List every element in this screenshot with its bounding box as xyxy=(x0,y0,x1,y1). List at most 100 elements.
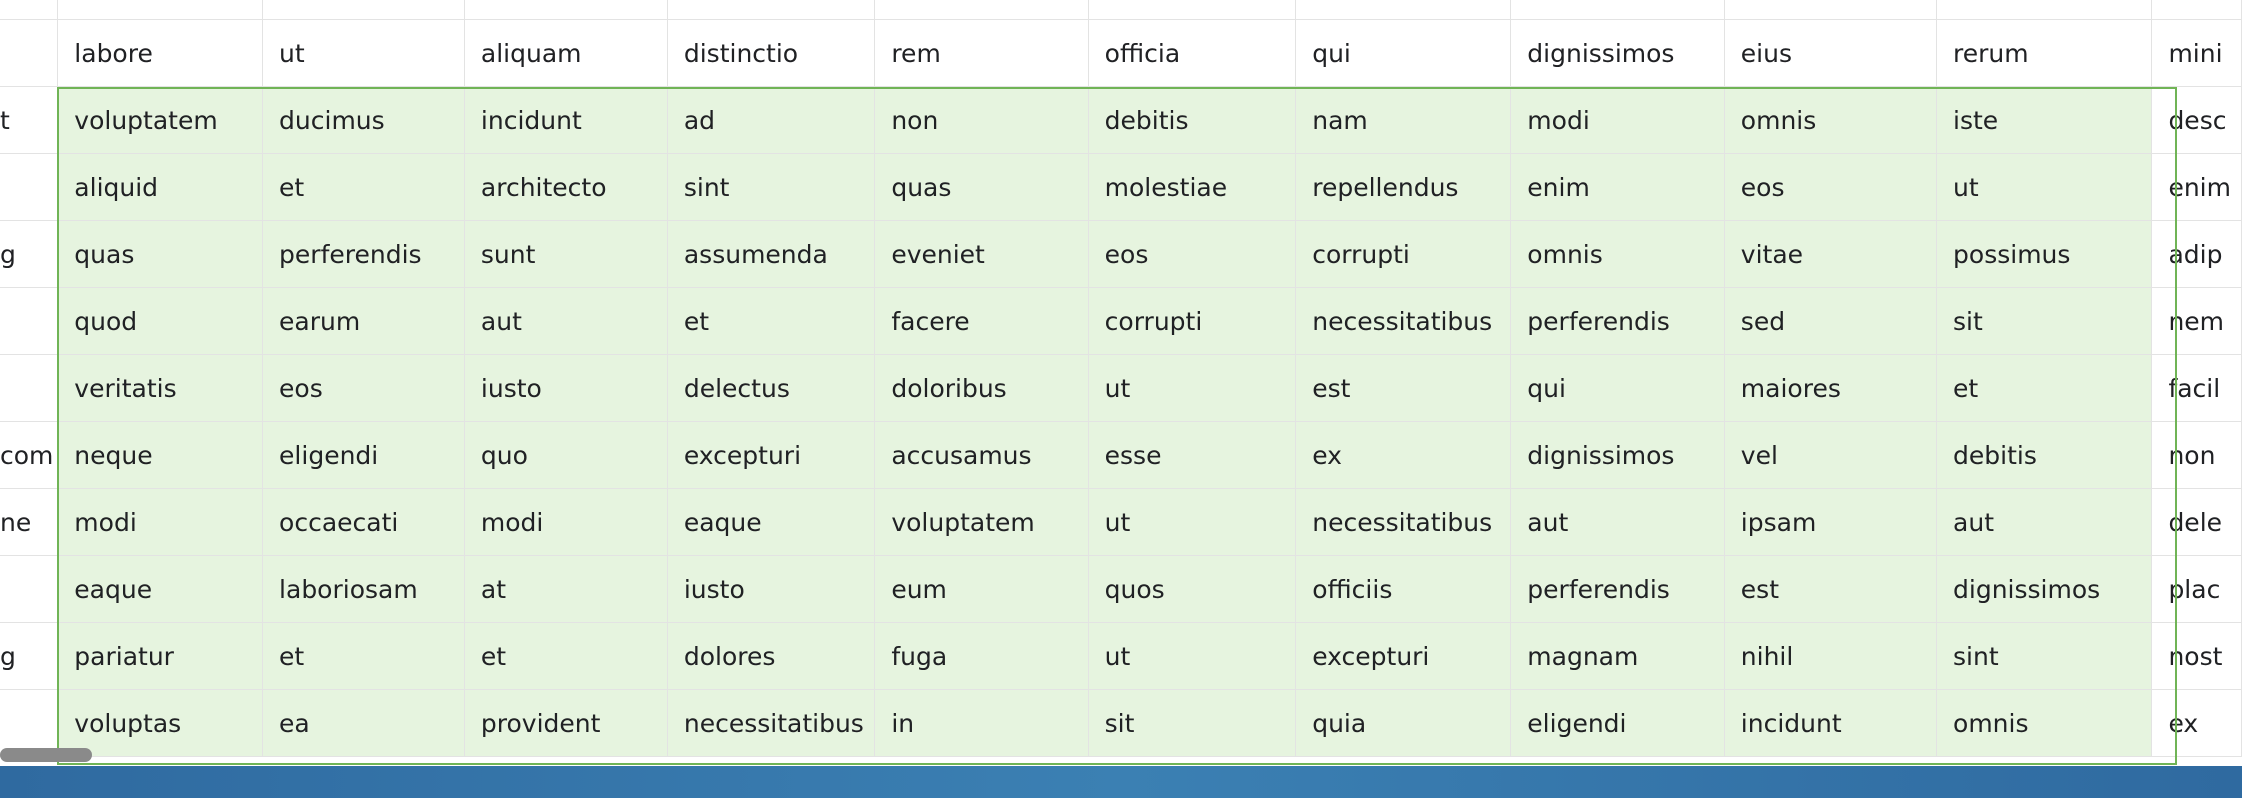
table-cell[interactable]: incidunt xyxy=(463,86,668,154)
horizontal-scrollbar-thumb[interactable] xyxy=(0,748,92,762)
table-cell[interactable]: provident xyxy=(463,689,668,757)
table-cell[interactable]: est xyxy=(1295,354,1512,422)
table-cell[interactable]: pariatur xyxy=(57,622,264,690)
table-cell[interactable]: molestiae xyxy=(1087,153,1297,221)
spreadsheet-grid[interactable]: labore ut aliquam distinctio rem officia qui di… xyxy=(0,0,2242,766)
table-cell[interactable]: ut xyxy=(1087,488,1297,556)
table-cell[interactable]: quod xyxy=(57,287,264,355)
table-cell[interactable]: aut xyxy=(1936,488,2153,556)
table-cell[interactable]: eum xyxy=(874,555,1089,623)
table-cell[interactable]: sed xyxy=(1723,287,1938,355)
table-cell[interactable]: et xyxy=(262,153,465,221)
cell[interactable] xyxy=(57,0,264,20)
table-cell[interactable]: ipsam xyxy=(1723,488,1938,556)
table-cell[interactable]: aliquid xyxy=(57,153,264,221)
cell[interactable] xyxy=(1723,0,1938,20)
row-label-cell[interactable]: g xyxy=(0,220,59,288)
cell[interactable] xyxy=(463,0,668,20)
table-cell[interactable]: at xyxy=(463,555,668,623)
table-cell[interactable]: excepturi xyxy=(1295,622,1512,690)
column-header-cell[interactable]: rerum xyxy=(1936,19,2153,87)
table-cell[interactable]: debitis xyxy=(1087,86,1297,154)
row-label-cell[interactable] xyxy=(0,153,59,221)
table-cell[interactable]: necessitatibus xyxy=(666,689,876,757)
table-cell[interactable]: eveniet xyxy=(874,220,1089,288)
table-cell[interactable]: non xyxy=(2151,421,2242,489)
table-cell[interactable]: voluptatem xyxy=(874,488,1089,556)
table-cell[interactable]: sit xyxy=(1087,689,1297,757)
table-cell[interactable]: voluptas xyxy=(57,689,264,757)
table-cell[interactable]: quos xyxy=(1087,555,1297,623)
table-cell[interactable]: ut xyxy=(1087,622,1297,690)
column-header-cell[interactable]: rem xyxy=(874,19,1089,87)
cell[interactable] xyxy=(1087,0,1297,20)
column-header-cell[interactable]: eius xyxy=(1723,19,1938,87)
table-cell[interactable]: fuga xyxy=(874,622,1089,690)
table-cell[interactable]: occaecati xyxy=(262,488,465,556)
column-header-cell[interactable]: officia xyxy=(1087,19,1297,87)
row-label-cell[interactable]: g xyxy=(0,622,59,690)
table-cell[interactable]: non xyxy=(874,86,1089,154)
table-cell[interactable]: facil xyxy=(2151,354,2242,422)
table-cell[interactable]: ex xyxy=(1295,421,1512,489)
table-cell[interactable]: modi xyxy=(57,488,264,556)
table-cell[interactable]: dignissimos xyxy=(1936,555,2153,623)
table-cell[interactable]: esse xyxy=(1087,421,1297,489)
column-header-cell[interactable]: labore xyxy=(57,19,264,87)
table-cell[interactable]: nost xyxy=(2151,622,2242,690)
cell[interactable] xyxy=(874,0,1089,20)
table-cell[interactable]: sunt xyxy=(463,220,668,288)
cell[interactable] xyxy=(262,0,465,20)
table-cell[interactable]: adip xyxy=(2151,220,2242,288)
table-cell[interactable]: incidunt xyxy=(1723,689,1938,757)
table-cell[interactable]: modi xyxy=(1510,86,1725,154)
table-cell[interactable]: quas xyxy=(57,220,264,288)
table-cell[interactable]: eligendi xyxy=(262,421,465,489)
row-label-cell[interactable] xyxy=(0,354,59,422)
table-cell[interactable]: perferendis xyxy=(1510,287,1725,355)
table-cell[interactable]: in xyxy=(874,689,1089,757)
table-cell[interactable]: neque xyxy=(57,421,264,489)
table-cell[interactable]: nem xyxy=(2151,287,2242,355)
column-header-cell[interactable]: distinctio xyxy=(666,19,876,87)
table-cell[interactable]: architecto xyxy=(463,153,668,221)
table-cell[interactable]: perferendis xyxy=(1510,555,1725,623)
table-cell[interactable]: accusamus xyxy=(874,421,1089,489)
table-cell[interactable]: qui xyxy=(1510,354,1725,422)
table-cell[interactable]: corrupti xyxy=(1087,287,1297,355)
row-label-cell[interactable] xyxy=(0,555,59,623)
column-header-cell[interactable]: ut xyxy=(262,19,465,87)
table-cell[interactable]: iste xyxy=(1936,86,2153,154)
table-cell[interactable]: excepturi xyxy=(666,421,876,489)
column-header-cell[interactable]: aliquam xyxy=(463,19,668,87)
cell[interactable] xyxy=(1510,0,1725,20)
table-cell[interactable]: eaque xyxy=(666,488,876,556)
table-cell[interactable]: veritatis xyxy=(57,354,264,422)
table-cell[interactable]: vitae xyxy=(1723,220,1938,288)
table-cell[interactable]: omnis xyxy=(1723,86,1938,154)
row-label-cell[interactable] xyxy=(0,19,59,87)
cell[interactable] xyxy=(666,0,876,20)
table-cell[interactable]: ducimus xyxy=(262,86,465,154)
row-label-cell[interactable] xyxy=(0,689,59,757)
table-cell[interactable]: corrupti xyxy=(1295,220,1512,288)
table-cell[interactable]: enim xyxy=(1510,153,1725,221)
row-label-cell[interactable]: ne xyxy=(0,488,59,556)
table-cell[interactable]: iusto xyxy=(463,354,668,422)
table-cell[interactable]: omnis xyxy=(1936,689,2153,757)
row-label-cell[interactable] xyxy=(0,287,59,355)
table-cell[interactable]: voluptatem xyxy=(57,86,264,154)
column-header-cell[interactable]: qui xyxy=(1295,19,1512,87)
table-cell[interactable]: necessitatibus xyxy=(1295,287,1512,355)
row-label-cell[interactable]: t xyxy=(0,86,59,154)
table-cell[interactable]: sint xyxy=(1936,622,2153,690)
table-cell[interactable]: eligendi xyxy=(1510,689,1725,757)
table-cell[interactable]: dolores xyxy=(666,622,876,690)
table-cell[interactable]: earum xyxy=(262,287,465,355)
table-cell[interactable]: debitis xyxy=(1936,421,2153,489)
cell[interactable] xyxy=(2151,0,2242,20)
table-cell[interactable]: necessitatibus xyxy=(1295,488,1512,556)
table-cell[interactable]: facere xyxy=(874,287,1089,355)
table-cell[interactable]: et xyxy=(262,622,465,690)
table-cell[interactable]: quia xyxy=(1295,689,1512,757)
